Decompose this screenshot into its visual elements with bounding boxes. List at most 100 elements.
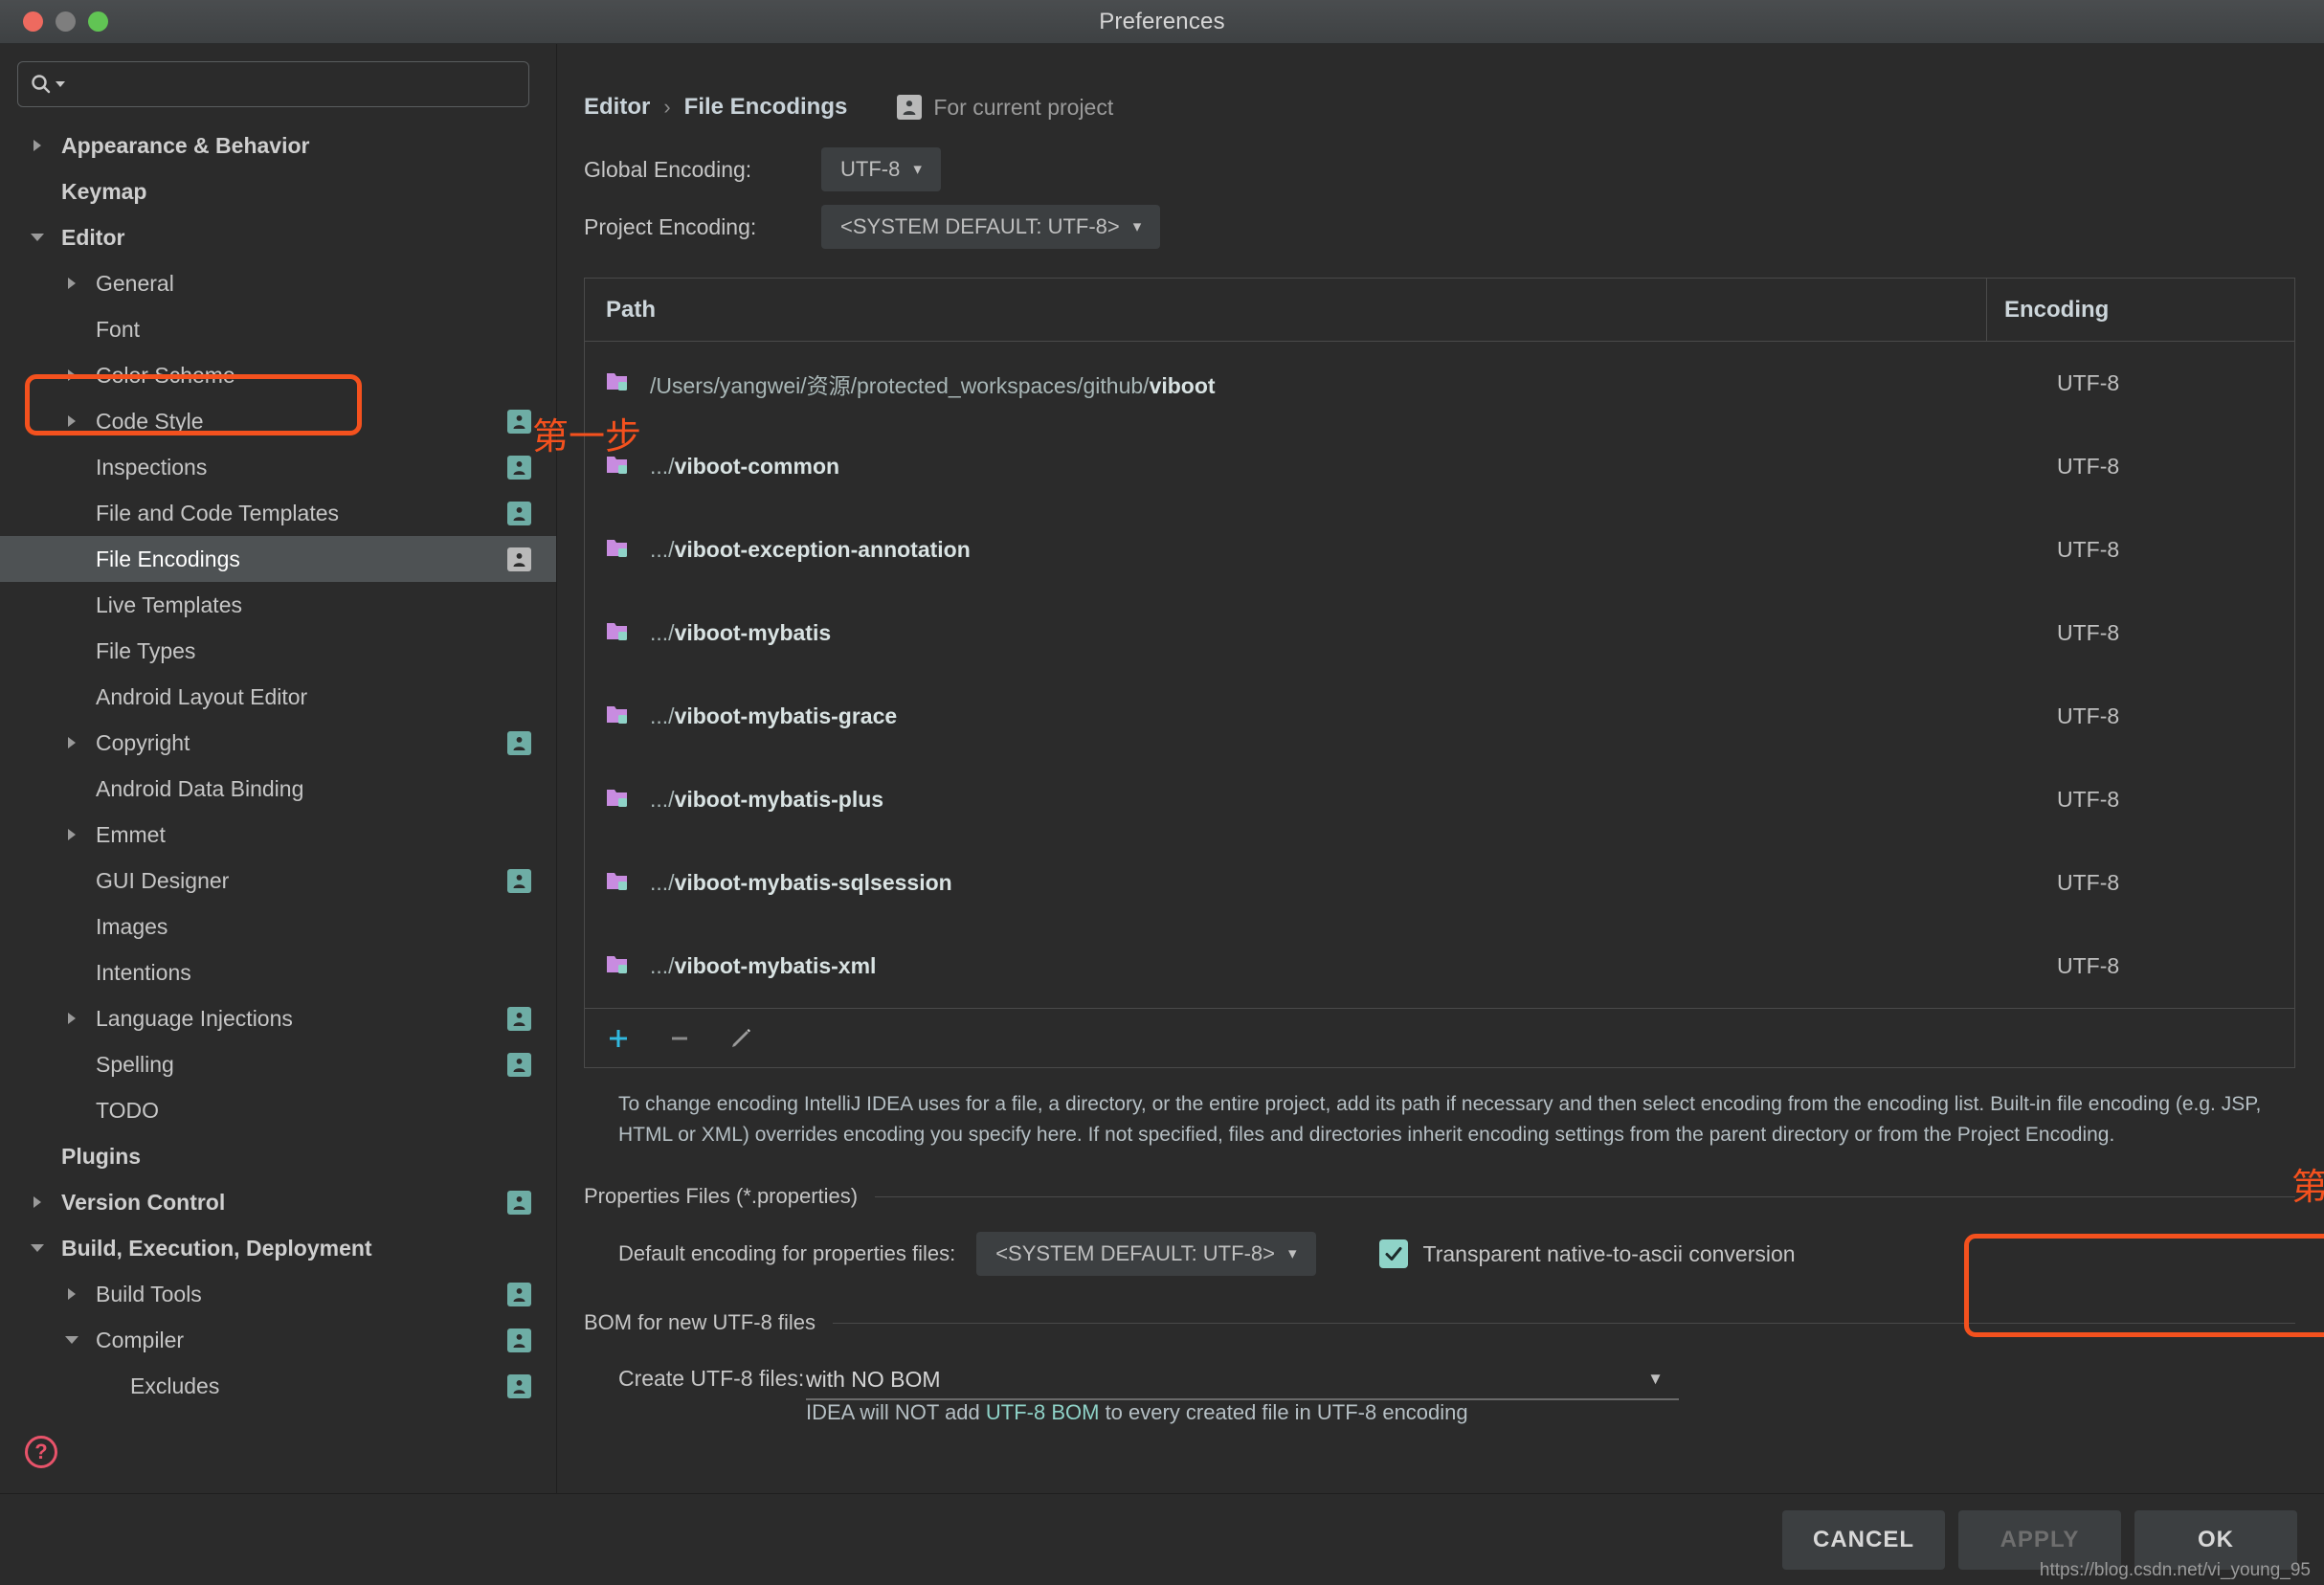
table-cell-encoding[interactable]: UTF-8 [1986,370,2294,396]
project-encoding-label: Project Encoding: [584,213,757,239]
chevron-right-icon[interactable] [59,369,84,381]
table-cell-encoding[interactable]: UTF-8 [1986,787,2294,813]
chevron-right-icon[interactable] [59,415,84,427]
path-name: viboot-mybatis [674,620,832,645]
remove-path-button[interactable] [663,1022,696,1055]
chevron-down-icon[interactable] [25,1244,50,1252]
table-cell-encoding[interactable]: UTF-8 [1986,870,2294,896]
project-encoding-select[interactable]: <SYSTEM DEFAULT: UTF-8> ▾ [821,205,1161,249]
sidebar-item-spelling[interactable]: Spelling [0,1041,556,1087]
sidebar-item-label: Build Tools [96,1281,202,1306]
sidebar-item-live-templates[interactable]: Live Templates [0,582,556,628]
chevron-right-icon[interactable] [59,737,84,748]
path-text: .../viboot-common [650,454,839,480]
help-icon[interactable]: ? [25,1436,57,1468]
native-to-ascii-label: Transparent native-to-ascii conversion [1422,1240,1796,1266]
native-to-ascii-checkbox[interactable]: Transparent native-to-ascii conversion [1378,1239,1796,1268]
chevron-right-icon[interactable] [59,829,84,840]
table-row[interactable]: .../viboot-common UTF-8 [585,425,2294,508]
dialog-footer: CANCEL APPLY OK https://blog.csdn.net/vi… [0,1493,2324,1585]
properties-encoding-select[interactable]: <SYSTEM DEFAULT: UTF-8> ▾ [976,1232,1316,1276]
add-path-button[interactable] [602,1022,635,1055]
table-cell-encoding[interactable]: UTF-8 [1986,537,2294,563]
cancel-button[interactable]: CANCEL [1782,1509,1945,1570]
title-bar: Preferences [0,0,2324,44]
table-row[interactable]: .../viboot-mybatis-plus UTF-8 [585,758,2294,841]
table-cell-encoding[interactable]: UTF-8 [1986,703,2294,729]
bom-select[interactable]: with NO BOM ▼ [806,1360,1679,1400]
sidebar-item-android-data-binding[interactable]: Android Data Binding [0,766,556,812]
search-input[interactable] [66,73,517,96]
table-row[interactable]: .../viboot-mybatis-grace UTF-8 [585,675,2294,758]
chevron-down-icon: ▼ [1647,1370,1664,1388]
sidebar-item-file-types[interactable]: File Types [0,628,556,674]
table-row[interactable]: .../viboot-mybatis-xml UTF-8 [585,925,2294,1008]
chevron-right-icon[interactable] [59,1288,84,1300]
table-cell-encoding[interactable]: UTF-8 [1986,454,2294,480]
sidebar-item-color-scheme[interactable]: Color Scheme [0,352,556,398]
global-encoding-select[interactable]: UTF-8 ▾ [821,147,941,191]
settings-tree[interactable]: Appearance & Behavior Keymap Editor General… [0,117,556,1411]
sidebar-item-keymap[interactable]: Keymap [0,168,556,214]
sidebar-item-compiler[interactable]: Compiler [0,1317,556,1363]
sidebar-item-android-layout-editor[interactable]: Android Layout Editor [0,674,556,720]
table-cell-encoding[interactable]: UTF-8 [1986,953,2294,979]
table-row[interactable]: .../viboot-mybatis-sqlsession UTF-8 [585,841,2294,925]
sidebar-item-language-injections[interactable]: Language Injections [0,995,556,1041]
sidebar-item-file-encodings[interactable]: File Encodings [0,536,556,582]
chevron-down-icon[interactable] [59,1336,84,1344]
table-row[interactable]: .../viboot-exception-annotation UTF-8 [585,508,2294,592]
sidebar-item-plugins[interactable]: Plugins [0,1133,556,1179]
sidebar-item-inspections[interactable]: Inspections [0,444,556,490]
sidebar-item-general[interactable]: General [0,260,556,306]
chevron-right-icon[interactable] [25,140,50,151]
project-encoding-value: <SYSTEM DEFAULT: UTF-8> [840,214,1120,238]
sidebar-item-file-and-code-templates[interactable]: File and Code Templates [0,490,556,536]
sidebar-item-build-tools[interactable]: Build Tools [0,1271,556,1317]
encodings-description: To change encoding IntelliJ IDEA uses fo… [618,1093,2262,1146]
path-prefix: .../ [650,703,675,728]
chevron-down-icon: ▾ [1132,217,1142,235]
column-header-path[interactable]: Path [585,297,1986,324]
path-name: viboot-common [674,454,840,479]
sidebar-item-excludes[interactable]: Excludes [0,1363,556,1409]
chevron-right-icon[interactable] [59,278,84,289]
sidebar-item-editor[interactable]: Editor [0,214,556,260]
sidebar-item-code-style[interactable]: Code Style [0,398,556,444]
sidebar-item-version-control[interactable]: Version Control [0,1179,556,1225]
column-header-encoding[interactable]: Encoding [1986,278,2294,342]
sidebar-item-label: Version Control [61,1189,226,1215]
path-text: /Users/yangwei/资源/protected_workspaces/g… [650,368,1216,400]
sidebar-item-label: Keymap [61,178,147,204]
project-scope-icon [507,1052,531,1077]
sidebar-item-font[interactable]: Font [0,306,556,352]
bom-section-header: BOM for new UTF-8 files [584,1310,2295,1335]
table-row[interactable]: .../viboot-mybatis UTF-8 [585,592,2294,675]
chevron-right-icon[interactable] [59,1013,84,1024]
path-prefix: /Users/yangwei/资源/protected_workspaces/g… [650,372,1150,398]
bom-value: with NO BOM [806,1366,941,1392]
sidebar-item-appearance-behavior[interactable]: Appearance & Behavior [0,123,556,168]
sidebar-item-emmet[interactable]: Emmet [0,812,556,858]
table-cell-encoding[interactable]: UTF-8 [1986,620,2294,646]
bom-note: IDEA will NOT add UTF-8 BOM to every cre… [806,1400,1468,1424]
sidebar-item-intentions[interactable]: Intentions [0,949,556,995]
table-row[interactable]: /Users/yangwei/资源/protected_workspaces/g… [585,342,2294,425]
sidebar-item-label: Emmet [96,821,166,847]
sidebar-item-gui-designer[interactable]: GUI Designer [0,858,556,904]
sidebar-item-java-compiler[interactable]: Java Compiler [0,1409,556,1411]
sidebar-item-label: File and Code Templates [96,500,339,525]
chevron-right-icon[interactable] [25,1196,50,1208]
path-name: viboot-mybatis-xml [674,953,877,978]
sidebar-item-images[interactable]: Images [0,904,556,949]
breadcrumb-parent[interactable]: Editor [584,94,650,121]
search-box[interactable] [17,61,529,107]
chevron-down-icon[interactable] [25,234,50,241]
sidebar-item-copyright[interactable]: Copyright [0,720,556,766]
edit-path-button[interactable] [725,1022,757,1055]
table-cell-path: .../viboot-mybatis-sqlsession [585,869,1986,897]
sidebar-item-build-execution-deployment[interactable]: Build, Execution, Deployment [0,1225,556,1271]
sidebar-item-todo[interactable]: TODO [0,1087,556,1133]
scope-note: For current project [897,95,1113,121]
bom-note-before: IDEA will NOT add [806,1400,986,1424]
